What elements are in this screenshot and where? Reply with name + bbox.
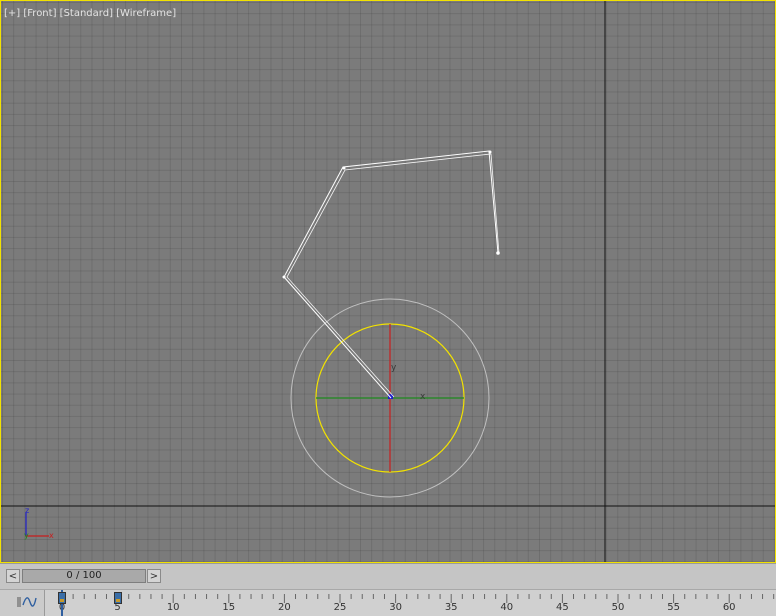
gizmo-y-label: y [391,363,397,373]
function-curve-icon[interactable] [16,594,38,610]
ruler-label: 45 [556,602,569,613]
ruler-label: 25 [333,602,347,613]
ruler-label: 10 [166,602,180,613]
time-slider[interactable]: 0 / 100 [22,569,146,583]
timeline-ruler[interactable]: 051015202530354045505560 [44,590,776,616]
keyframe-marker[interactable] [58,592,66,604]
ruler-label: 30 [389,602,402,613]
gizmo-x-label: x [420,392,426,402]
ruler-label: 35 [444,602,458,613]
axis-tripod-z: z [25,506,29,515]
keyframe-marker[interactable] [113,592,122,604]
ruler-label: 55 [667,602,680,613]
ruler-label: 40 [500,602,514,613]
axis-tripod-icon: z y x [24,506,54,540]
track-bar: 051015202530354045505560 [0,589,776,616]
axis-tripod-x: x [49,531,54,540]
time-panel: < 0 / 100 > 051015202530354045505560 [0,563,776,616]
ruler-label: 50 [611,602,625,613]
ruler-label: 15 [222,602,236,613]
next-frame-button[interactable]: > [147,569,161,583]
bone-joint[interactable] [488,150,492,154]
bone-end[interactable] [496,251,500,255]
ruler-label: 60 [722,602,736,613]
bone-chain[interactable] [283,150,499,399]
axis-tripod-y: y [24,531,29,540]
bone-joint[interactable] [342,166,346,170]
bone-joint[interactable] [282,275,286,279]
ruler-label: 20 [278,602,291,613]
bone-chain-outline [286,153,500,398]
viewport-scene: y x z y x [1,1,775,562]
previous-frame-button[interactable]: < [6,569,20,583]
front-viewport[interactable]: [+] [Front] [Standard] [Wireframe] y x z… [0,0,776,563]
